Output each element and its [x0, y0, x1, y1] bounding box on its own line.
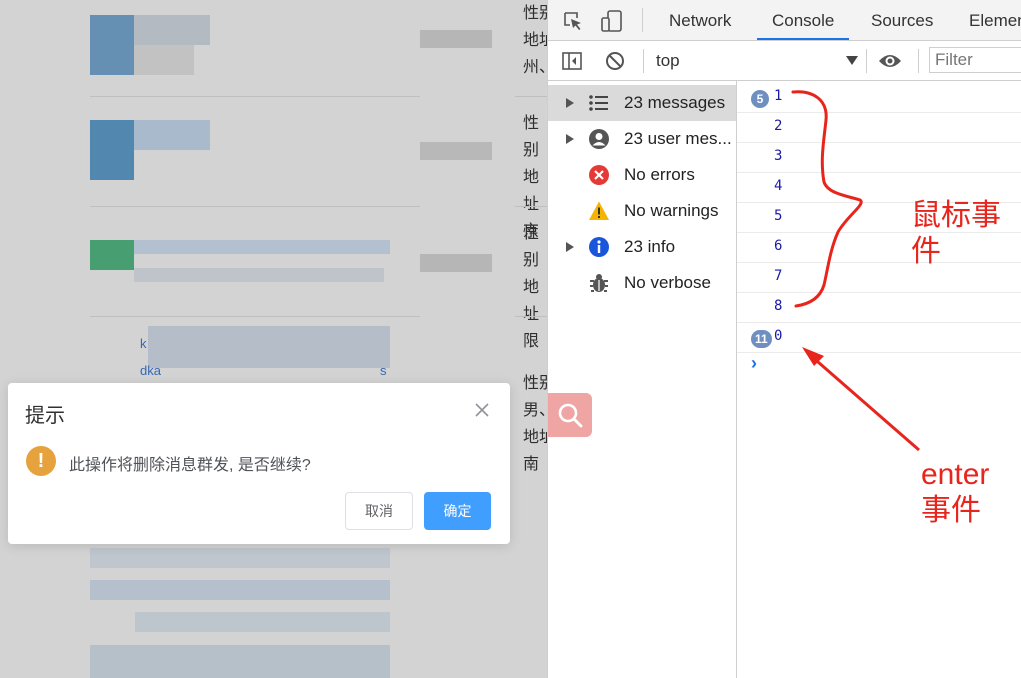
dialog-title: 提示: [25, 405, 65, 427]
annotation-overlay: [791, 90, 920, 452]
mouse-event-annotation: 鼠标事 件: [911, 199, 1001, 268]
cancel-button[interactable]: 取消: [345, 492, 413, 530]
enter-event-annotation: enter 事件: [921, 458, 990, 527]
warning-icon: !: [26, 446, 56, 476]
dialog-message: 此操作将删除消息群发, 是否继续?: [69, 457, 311, 474]
arrow-annotation: [809, 353, 920, 452]
devtools-panel: Network Console Sources Elemen top Filte…: [547, 0, 1021, 678]
background-page: k dka s 性别 地址 州、 性别 地址 京 性别 地址 限 性别 男、 地…: [0, 0, 547, 678]
brace-annotation: [791, 90, 863, 308]
close-icon[interactable]: [474, 402, 490, 418]
confirm-dialog: 提示 ! 此操作将删除消息群发, 是否继续? 取消 确定: [8, 383, 510, 544]
modal-overlay: [0, 0, 547, 678]
confirm-button[interactable]: 确定: [424, 492, 491, 530]
